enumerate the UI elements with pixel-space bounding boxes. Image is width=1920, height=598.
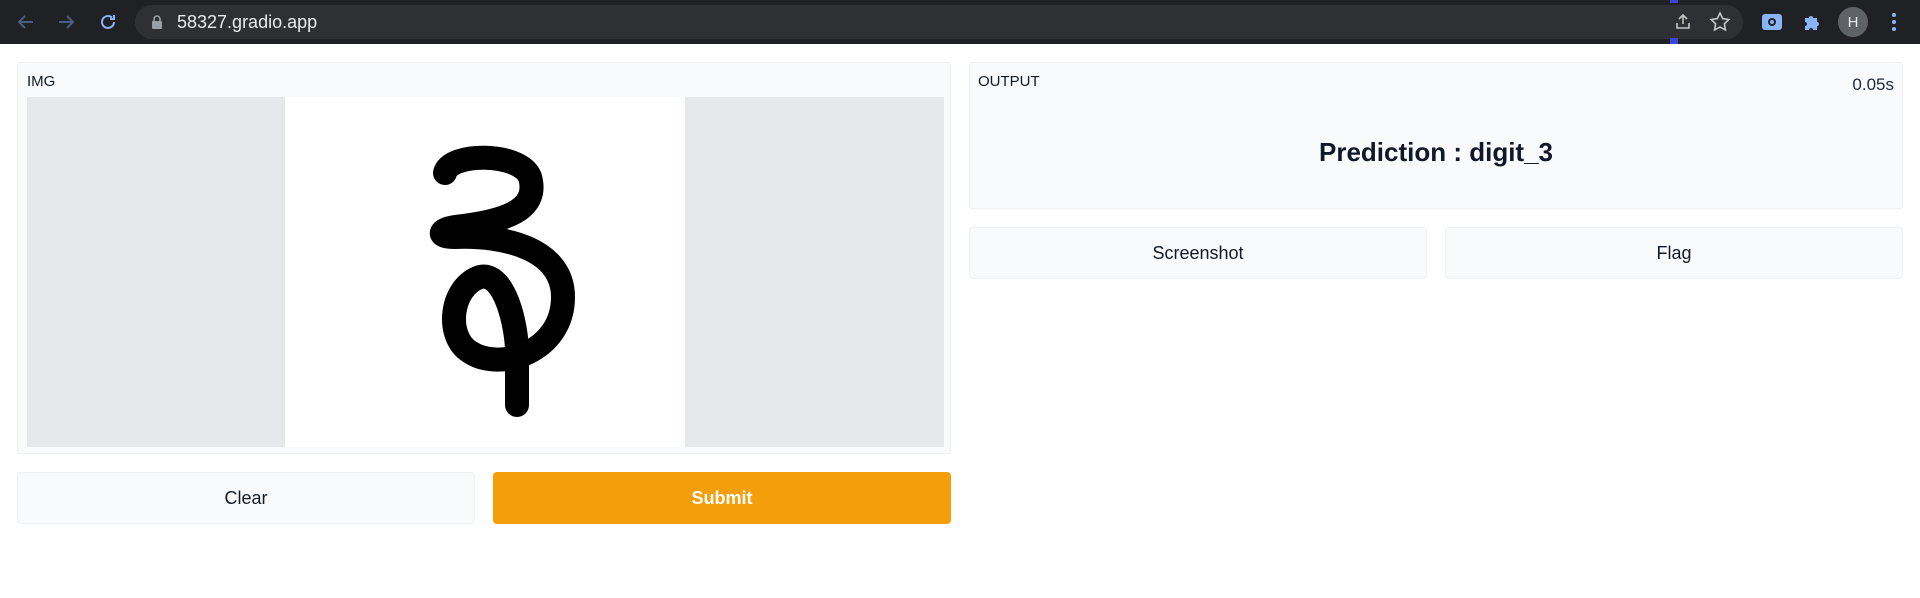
profile-avatar[interactable]: H — [1838, 7, 1868, 37]
output-panel: OUTPUT 0.05s Prediction : digit_3 — [969, 62, 1903, 209]
extensions-puzzle-icon[interactable] — [1799, 9, 1825, 35]
url-text: 58327.gradio.app — [177, 12, 318, 32]
browser-toolbar: 58327.gradio.app H — [0, 0, 1920, 44]
image-input-label: IMG — [27, 73, 56, 90]
bookmark-star-icon[interactable] — [1709, 11, 1731, 38]
drawing-canvas[interactable] — [285, 97, 685, 447]
window-accent-top — [1670, 0, 1678, 3]
lock-icon — [151, 15, 163, 34]
submit-button[interactable]: Submit — [493, 472, 951, 524]
menu-dots-icon[interactable] — [1884, 9, 1904, 35]
share-icon[interactable] — [1673, 12, 1693, 37]
window-accent — [1670, 38, 1678, 44]
output-label: OUTPUT — [978, 73, 1040, 90]
back-icon[interactable] — [12, 8, 40, 36]
inference-time: 0.05s — [1852, 75, 1894, 94]
screenshot-button[interactable]: Screenshot — [969, 227, 1427, 279]
address-bar[interactable]: 58327.gradio.app — [135, 5, 1743, 39]
forward-icon[interactable] — [52, 8, 80, 36]
sketchpad-area — [27, 97, 944, 447]
image-input-panel: IMG — [17, 62, 951, 454]
reload-icon[interactable] — [94, 8, 122, 36]
handwritten-digit-sketch — [429, 145, 575, 417]
screenshot-extension-icon[interactable] — [1759, 9, 1785, 35]
flag-button[interactable]: Flag — [1445, 227, 1903, 279]
clear-button[interactable]: Clear — [17, 472, 475, 524]
prediction-text: Prediction : digit_3 — [1318, 137, 1554, 167]
